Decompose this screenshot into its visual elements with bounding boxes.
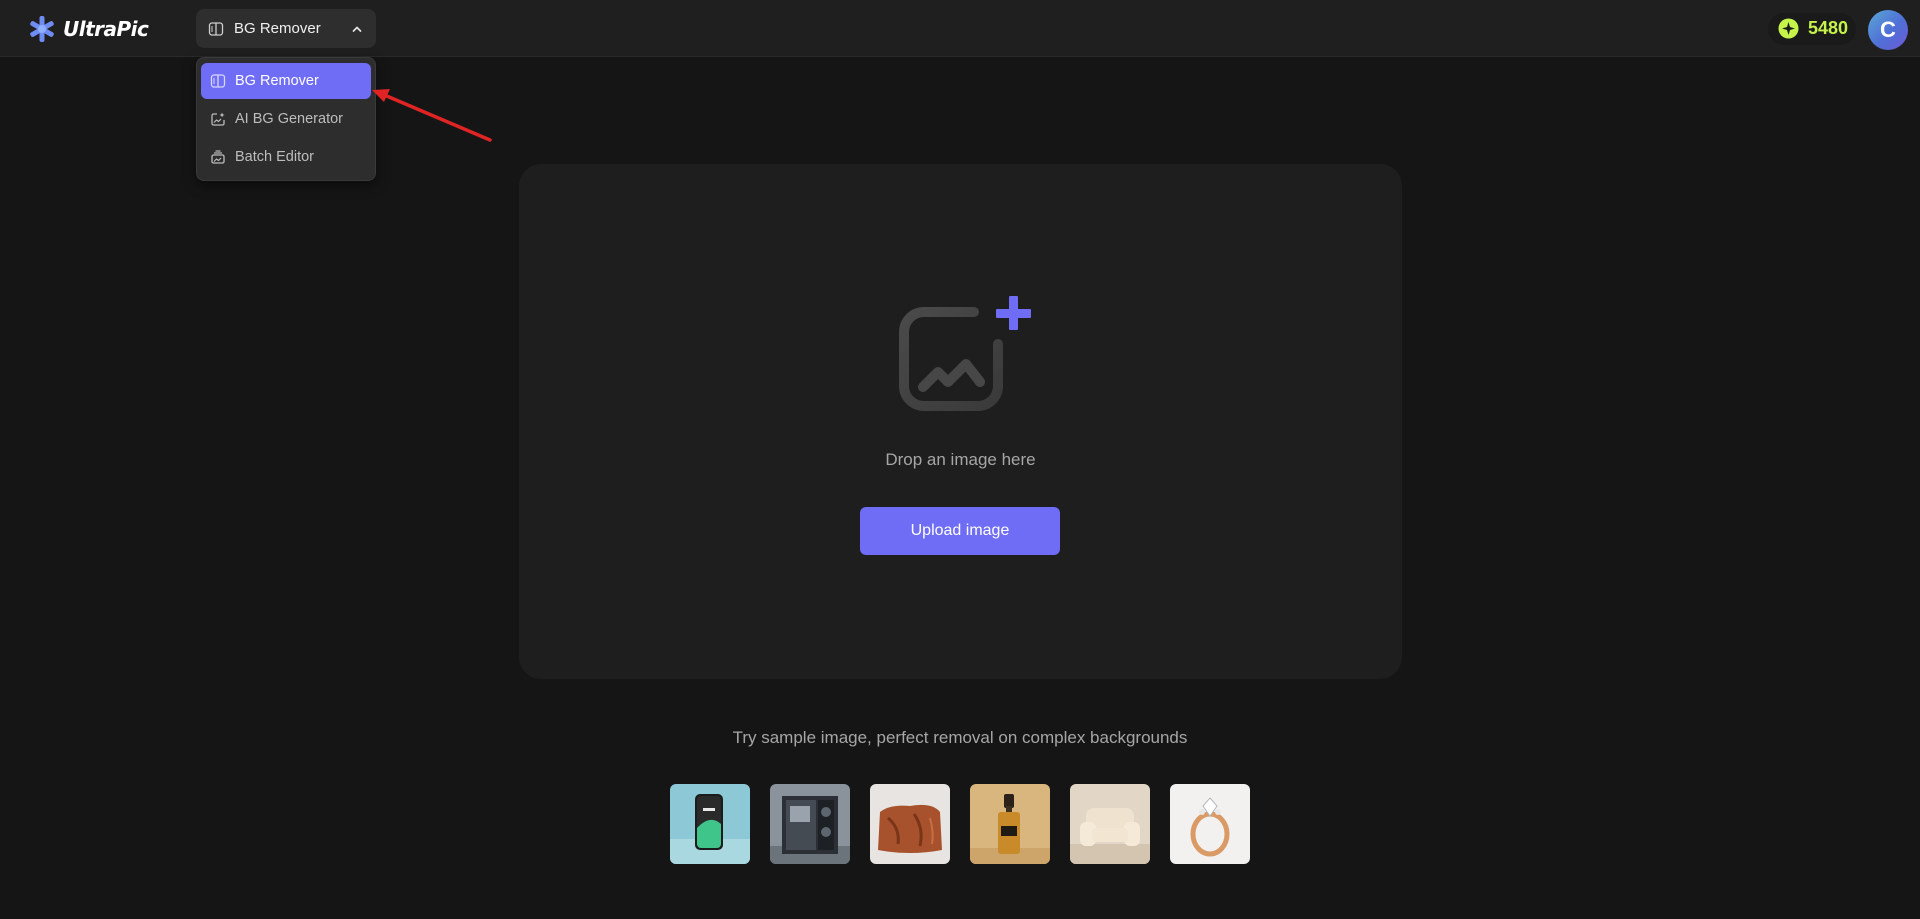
annotation-arrow-icon: [372, 89, 492, 142]
tool-menu-item-label: BG Remover: [235, 73, 319, 89]
sample-images: [670, 784, 1250, 864]
avatar-initial: C: [1880, 17, 1896, 42]
avatar[interactable]: C: [1868, 10, 1908, 50]
sample-thumb-diamond-ring[interactable]: [1170, 784, 1250, 864]
credits-area: 5480 C: [1768, 10, 1908, 50]
credits-value: 5480: [1808, 18, 1849, 38]
tool-select-dropdown[interactable]: BG Remover: [196, 9, 376, 48]
ai-bg-generator-icon: [211, 112, 225, 126]
sample-thumb-armchair[interactable]: [1070, 784, 1150, 864]
credits-badge[interactable]: 5480: [1768, 12, 1857, 45]
top-bar: UltraPic BG Remover 5480 C: [0, 0, 1920, 57]
sample-thumb-serum-bottle[interactable]: [970, 784, 1050, 864]
smartphone-image: [670, 784, 750, 864]
app-logo[interactable]: UltraPic: [27, 14, 149, 44]
batch-editor-icon: [211, 150, 225, 164]
armchair-image: [1070, 784, 1150, 864]
tool-menu-item-batch-editor[interactable]: Batch Editor: [201, 139, 371, 175]
tool-menu: BG Remover AI BG Generator Batch Editor: [196, 57, 376, 181]
tool-menu-item-label: Batch Editor: [235, 149, 314, 165]
upload-image-button[interactable]: Upload image: [860, 507, 1060, 555]
sample-thumb-leather-bag[interactable]: [870, 784, 950, 864]
dropzone-text: Drop an image here: [885, 450, 1036, 469]
chevron-up-icon: [352, 26, 362, 32]
diamond-ring-image: [1170, 784, 1250, 864]
app-name: UltraPic: [63, 17, 149, 41]
credit-coin-icon: [1778, 18, 1799, 39]
sample-thumb-smartphone[interactable]: [670, 784, 750, 864]
tool-menu-item-bg-remover[interactable]: BG Remover: [201, 63, 371, 99]
serum-bottle-image: [970, 784, 1050, 864]
samples-caption: Try sample image, perfect removal on com…: [732, 728, 1188, 747]
snowflake-logo-icon: [30, 16, 54, 42]
tool-menu-item-ai-bg-generator[interactable]: AI BG Generator: [201, 101, 371, 137]
image-dropzone[interactable]: Drop an image here Upload image: [519, 164, 1402, 679]
pc-case-image: [770, 784, 850, 864]
add-image-icon: [899, 296, 1031, 411]
bg-remover-icon: [210, 74, 226, 88]
bg-remover-icon: [208, 21, 224, 36]
leather-bag-image: [870, 784, 950, 864]
tool-menu-item-label: AI BG Generator: [235, 111, 343, 127]
tool-select-label: BG Remover: [234, 20, 321, 37]
sample-thumb-pc-case[interactable]: [770, 784, 850, 864]
